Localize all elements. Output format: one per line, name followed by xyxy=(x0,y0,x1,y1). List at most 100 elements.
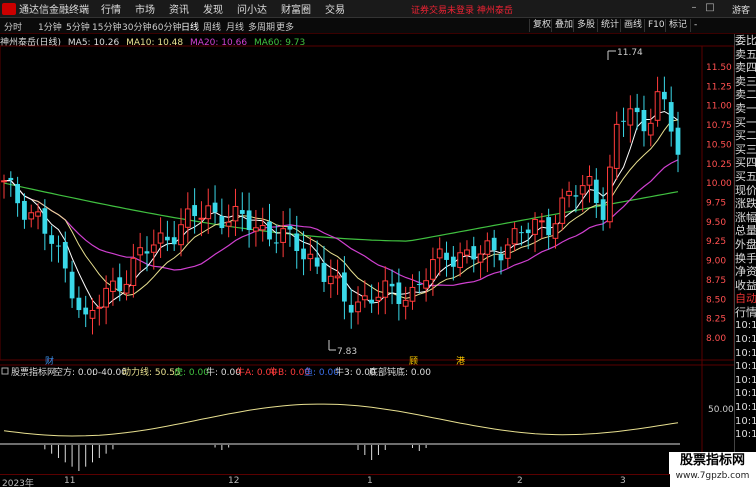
period-15min[interactable]: 15分钟 xyxy=(92,20,121,33)
side-panel-item[interactable]: 外盘 xyxy=(735,238,756,252)
date-tick-mar: 3 xyxy=(620,476,626,486)
candle-body xyxy=(178,224,184,246)
side-panel-time: 10:1 xyxy=(735,402,756,414)
side-panel-item[interactable]: 买二 xyxy=(735,129,756,143)
candle-body xyxy=(8,177,14,181)
side-panel-item[interactable]: 卖二 xyxy=(735,88,756,102)
candle-body xyxy=(96,306,103,309)
indicator-settings-icon[interactable] xyxy=(1,367,9,375)
candle-body xyxy=(232,205,239,222)
candle-body xyxy=(49,235,55,244)
candle-body xyxy=(35,211,41,217)
login-notice[interactable]: 证券交易未登录 神州泰岳 xyxy=(411,3,513,16)
side-panel-item[interactable]: 涨幅 xyxy=(735,211,756,225)
candle-body xyxy=(225,221,232,227)
candle-body xyxy=(144,251,150,254)
period-monthly[interactable]: 月线 xyxy=(226,20,244,33)
menu-item-quotes[interactable]: 行情 xyxy=(101,1,121,16)
side-panel-item[interactable]: 现价 xyxy=(735,184,756,198)
candle-body xyxy=(600,199,606,220)
period-more[interactable]: 更多 xyxy=(276,20,294,33)
indicator-fish: 鱼: 0.00 xyxy=(304,366,339,378)
candle-body xyxy=(273,242,279,244)
power-line xyxy=(3,403,679,437)
minimize-icon[interactable]: – xyxy=(688,2,700,14)
candle-body xyxy=(137,247,144,256)
candle-body xyxy=(552,223,559,239)
side-panel-item[interactable]: 买一 xyxy=(735,116,756,130)
menu-item-market[interactable]: 市场 xyxy=(135,1,155,16)
side-panel-item[interactable]: 行情 xyxy=(735,306,756,320)
candle-body xyxy=(76,297,82,311)
ma20-line xyxy=(3,159,679,287)
side-panel-item[interactable]: 委比 xyxy=(735,34,756,48)
period-1min[interactable]: 1分钟 xyxy=(38,20,62,33)
candle-body xyxy=(546,217,552,236)
maximize-icon[interactable]: □ xyxy=(704,2,716,14)
price-tick-label: 8.00 xyxy=(706,334,726,344)
side-panel-item[interactable]: 涨跌 xyxy=(735,197,756,211)
side-panel-item[interactable]: 买四 xyxy=(735,156,756,170)
period-5min[interactable]: 5分钟 xyxy=(66,20,90,33)
tool-multi-stock[interactable]: 多股 xyxy=(573,19,598,32)
candle-body xyxy=(382,280,389,298)
candle-body xyxy=(675,127,681,155)
side-panel-item[interactable]: 自动 xyxy=(735,292,756,306)
candle-body xyxy=(192,205,198,217)
candle-body xyxy=(402,299,409,307)
side-panel-time: 10:1 xyxy=(735,388,756,400)
menu-item-ask[interactable]: 问小达 xyxy=(237,1,267,16)
indicator-axis-label: 50.00 xyxy=(708,405,734,415)
candle-body xyxy=(42,208,48,234)
candle-body xyxy=(430,259,436,280)
tool-collapse[interactable]: - xyxy=(690,19,700,32)
menu-item-news[interactable]: 资讯 xyxy=(169,1,189,16)
candle-body xyxy=(62,242,68,269)
side-panel-item[interactable]: 卖四 xyxy=(735,61,756,75)
candle-body xyxy=(477,253,484,263)
candle-body xyxy=(491,237,497,251)
candle-body xyxy=(511,228,518,245)
candle-body xyxy=(409,286,416,302)
side-panel-item[interactable]: 买三 xyxy=(735,143,756,157)
side-panel-item[interactable]: 换手 xyxy=(735,252,756,266)
menu-item-wealth[interactable]: 财富圈 xyxy=(281,1,311,16)
candle-body xyxy=(471,246,477,260)
side-panel-item[interactable]: 卖三 xyxy=(735,75,756,89)
tool-statistics[interactable]: 统计 xyxy=(597,19,622,32)
price-tick-label: 10.75 xyxy=(706,121,732,131)
candle-body xyxy=(498,254,504,261)
period-tick[interactable]: 分时 xyxy=(4,20,22,33)
period-daily[interactable]: 日线 xyxy=(181,20,199,33)
date-tick-dec: 12 xyxy=(228,476,240,486)
side-panel-item[interactable]: 净资 xyxy=(735,265,756,279)
side-panel-item[interactable]: 总量 xyxy=(735,224,756,238)
side-panel-item[interactable]: 买五 xyxy=(735,170,756,184)
period-weekly[interactable]: 周线 xyxy=(203,20,221,33)
candle-body xyxy=(28,212,35,220)
side-panel-item[interactable]: 卖五 xyxy=(735,48,756,62)
candle-body xyxy=(280,228,287,243)
kline-chart[interactable]: 11.50 11.25 11.00 10.75 10.50 10.25 10.00 9.75 9… xyxy=(0,34,734,474)
period-60min[interactable]: 60分钟 xyxy=(152,20,181,33)
candle-body xyxy=(267,221,272,240)
tool-mark[interactable]: 标记 xyxy=(665,19,690,32)
candle-body xyxy=(239,210,245,214)
price-tick-label: 8.50 xyxy=(706,295,726,305)
side-panel-item[interactable]: 卖一 xyxy=(735,102,756,116)
candle-body xyxy=(389,283,395,287)
candle-body xyxy=(538,220,545,223)
indicator-power: 动力线: 50.55 xyxy=(122,366,181,378)
menu-item-discover[interactable]: 发现 xyxy=(203,1,223,16)
price-tick-label: 8.25 xyxy=(706,315,726,325)
side-panel-time: 10:1 xyxy=(735,320,756,332)
period-multi[interactable]: 多周期 xyxy=(248,20,275,33)
tool-draw-line[interactable]: 画线 xyxy=(620,19,645,32)
side-panel-item[interactable]: 收益 xyxy=(735,279,756,293)
candle-body xyxy=(613,123,620,169)
guest-label[interactable]: 游客 xyxy=(732,3,750,16)
period-30min[interactable]: 30分钟 xyxy=(122,20,151,33)
ma60-line xyxy=(3,182,679,242)
menu-item-trade[interactable]: 交易 xyxy=(325,1,345,16)
candle-body xyxy=(1,180,7,183)
